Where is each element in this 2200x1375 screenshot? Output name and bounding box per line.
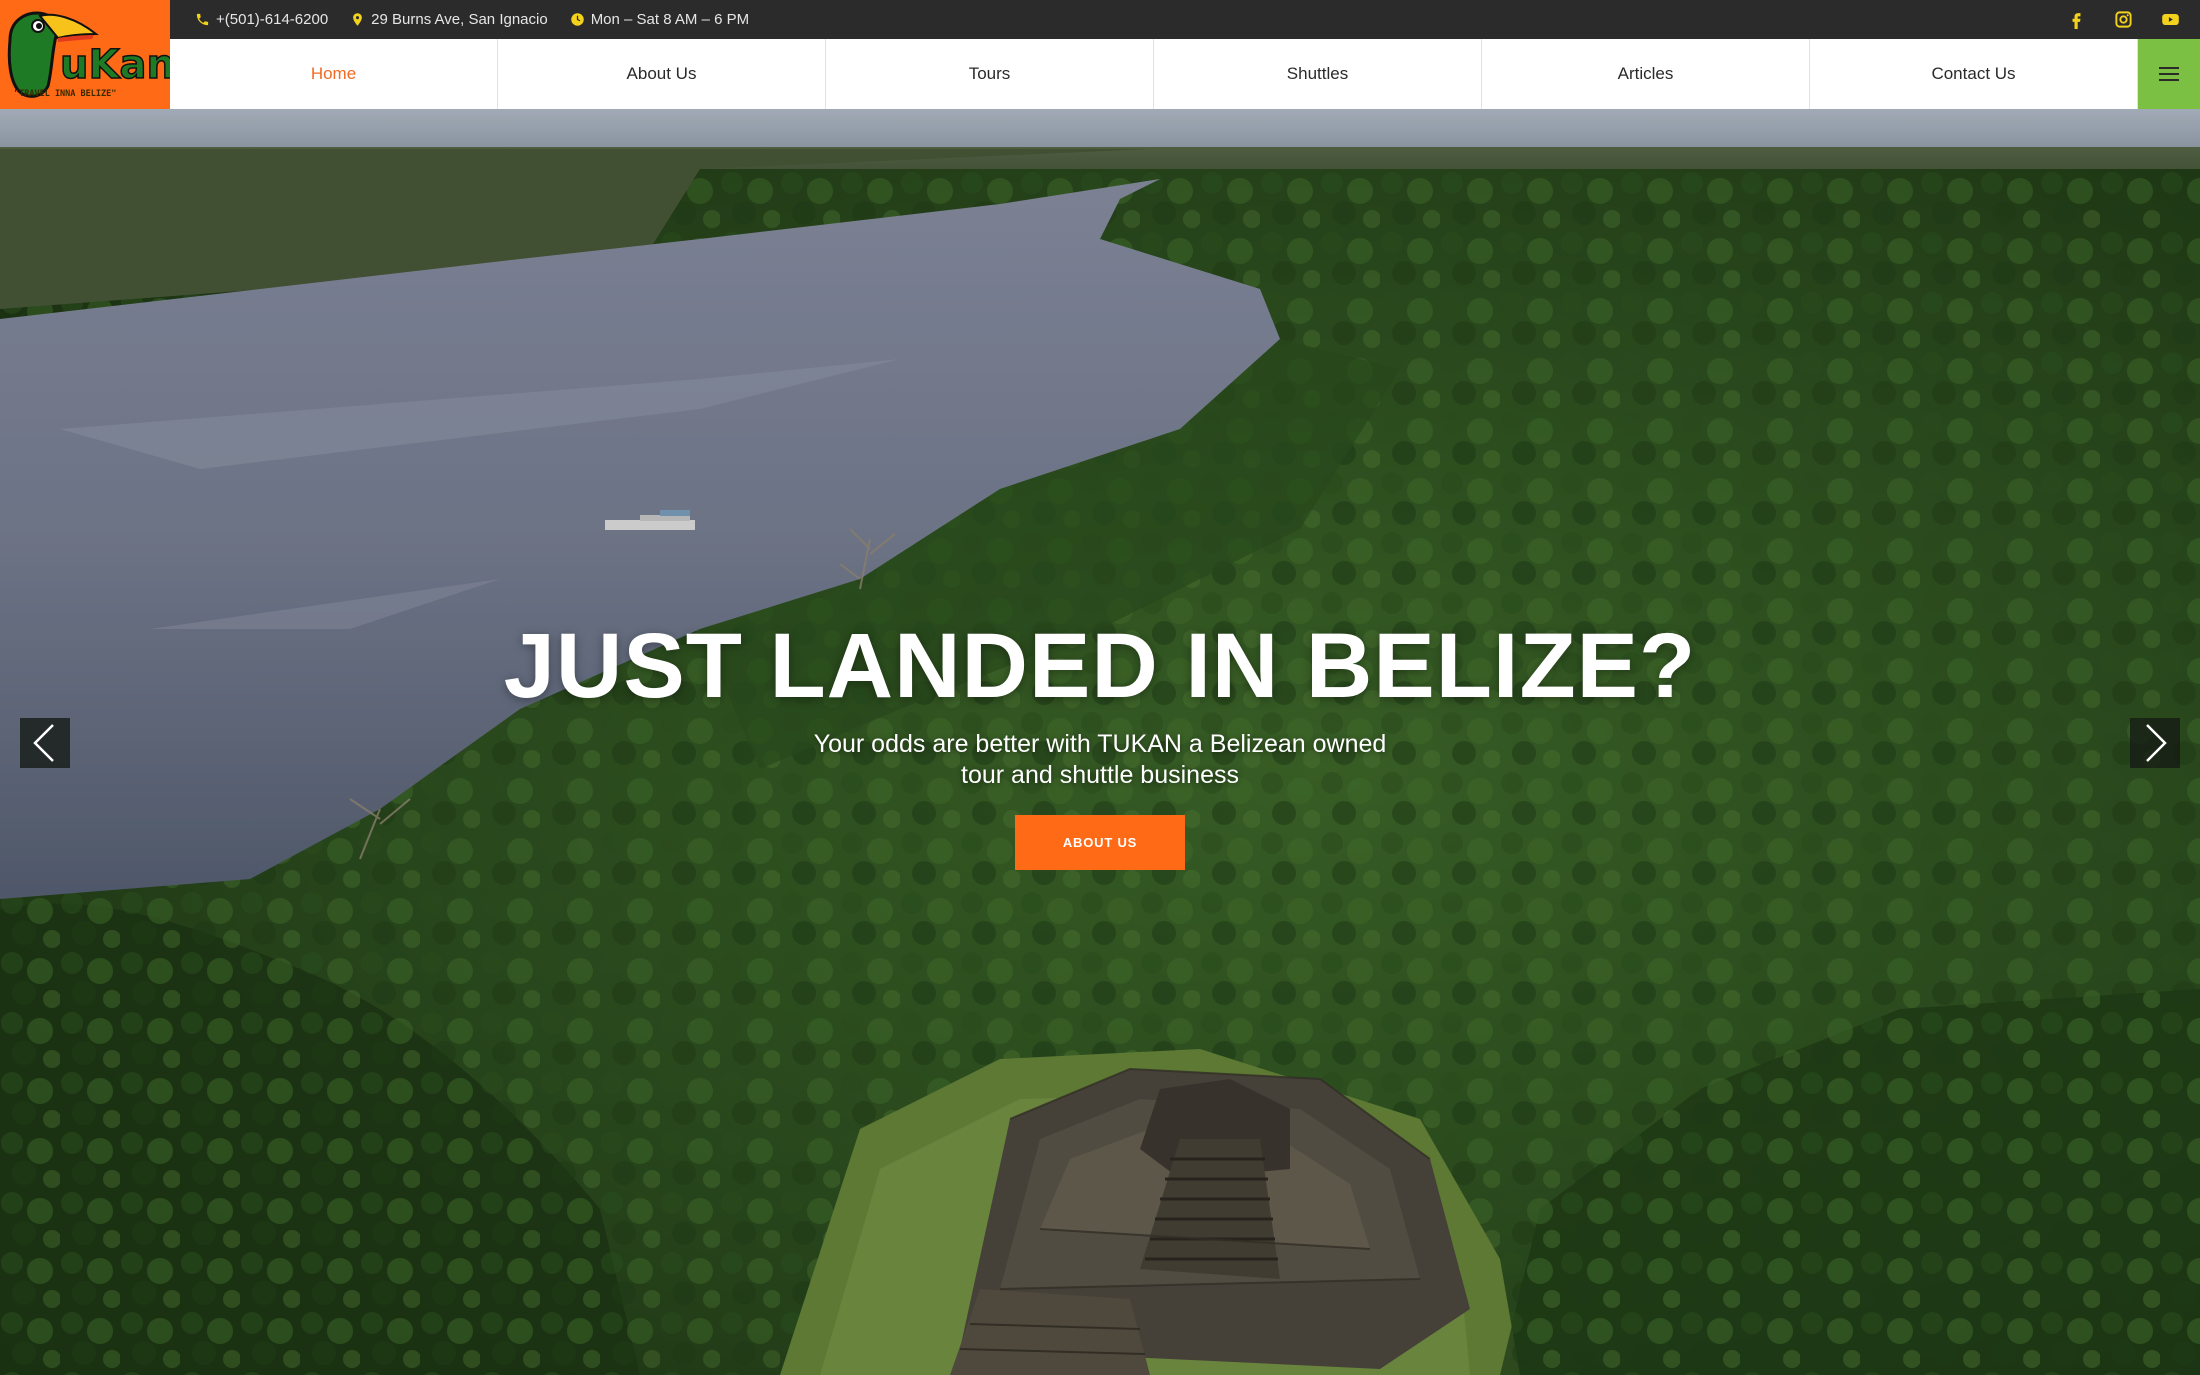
chevron-right-icon bbox=[2146, 724, 2167, 762]
nav-tours[interactable]: Tours bbox=[826, 39, 1154, 109]
facebook-link[interactable] bbox=[2067, 10, 2086, 29]
svg-text:uKan: uKan bbox=[60, 42, 170, 88]
phone-contact[interactable]: +(501)-614-6200 bbox=[195, 11, 328, 28]
nav-about-us[interactable]: About Us bbox=[498, 39, 826, 109]
social-links bbox=[2067, 0, 2180, 39]
instagram-link[interactable] bbox=[2114, 10, 2133, 29]
youtube-link[interactable] bbox=[2161, 10, 2180, 29]
facebook-icon bbox=[2072, 13, 2081, 29]
logo-tagline: "TRAVEL INNA BELIZE" bbox=[14, 89, 116, 99]
hours-text: Mon – Sat 8 AM – 6 PM bbox=[590, 11, 750, 28]
map-pin-icon bbox=[353, 13, 363, 26]
main-navigation: Home About Us Tours Shuttles Articles Co… bbox=[170, 39, 2200, 110]
address-contact[interactable]: 29 Burns Ave, San Ignacio bbox=[350, 11, 548, 28]
hero-subtitle-line-2: tour and shuttle business bbox=[961, 761, 1239, 789]
nav-home[interactable]: Home bbox=[170, 39, 498, 109]
youtube-icon bbox=[2162, 13, 2179, 26]
hamburger-menu-button[interactable] bbox=[2138, 39, 2200, 109]
top-bar: +(501)-614-6200 29 Burns Ave, San Ignaci… bbox=[0, 0, 2200, 39]
nav-articles[interactable]: Articles bbox=[1482, 39, 1810, 109]
address-text: 29 Burns Ave, San Ignacio bbox=[371, 11, 548, 28]
instagram-icon bbox=[2115, 11, 2132, 28]
hero-slider: JUST LANDED IN BELIZE? Your odds are bet… bbox=[0, 109, 2200, 1375]
phone-icon bbox=[196, 13, 209, 26]
nav-shuttles[interactable]: Shuttles bbox=[1154, 39, 1482, 109]
hero-subtitle-line-1: Your odds are better with TUKAN a Belize… bbox=[813, 730, 1387, 758]
hero-subtitle: Your odds are better with TUKAN a Belize… bbox=[790, 729, 1410, 791]
hamburger-icon bbox=[2159, 63, 2179, 85]
toucan-logo-graphic: uKan "TRAVEL INNA BELIZE" bbox=[7, 11, 170, 99]
about-us-button[interactable]: ABOUT US bbox=[1015, 815, 1185, 870]
chevron-left-icon bbox=[33, 724, 54, 762]
clock-icon bbox=[570, 13, 584, 26]
contact-info: +(501)-614-6200 29 Burns Ave, San Ignaci… bbox=[195, 0, 749, 39]
hours-info: Mon – Sat 8 AM – 6 PM bbox=[570, 11, 749, 28]
phone-text: +(501)-614-6200 bbox=[216, 11, 329, 28]
slider-next-button[interactable] bbox=[2130, 718, 2180, 768]
slider-prev-button[interactable] bbox=[20, 718, 70, 768]
nav-contact-us[interactable]: Contact Us bbox=[1810, 39, 2138, 109]
hero-title: JUST LANDED IN BELIZE? bbox=[503, 615, 1697, 717]
site-logo[interactable]: uKan "TRAVEL INNA BELIZE" bbox=[0, 0, 170, 109]
